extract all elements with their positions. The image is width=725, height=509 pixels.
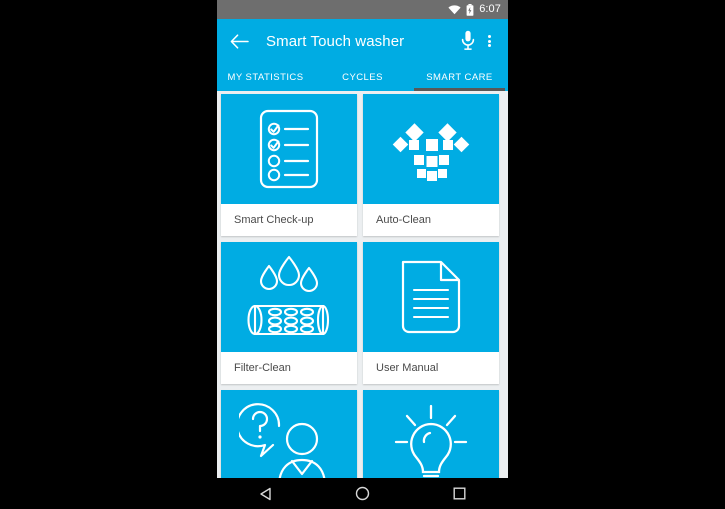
card-artwork [363, 94, 499, 204]
screenshot-root: 6:07 Smart Touch washer MY STATISTICS CY… [0, 0, 725, 509]
card-artwork [221, 242, 357, 352]
overflow-dot [487, 39, 491, 43]
phone-screen: 6:07 Smart Touch washer MY STATISTICS CY… [217, 0, 508, 509]
sparkle-arc-icon [392, 123, 470, 181]
tab-label: MY STATISTICS [227, 71, 304, 83]
smart-care-content: Smart Check-up Auto-Clean Filter-Clean U… [217, 91, 508, 478]
card-label: User Manual [363, 352, 499, 384]
microphone-icon[interactable] [456, 28, 480, 54]
status-bar: 6:07 [217, 0, 508, 19]
card-filter-clean[interactable]: Filter-Clean [221, 242, 357, 384]
lightbulb-icon [394, 404, 468, 478]
overflow-dot [487, 35, 491, 38]
question-person-icon [239, 403, 326, 478]
overflow-menu-icon[interactable] [480, 28, 498, 54]
app-bar: Smart Touch washer [217, 19, 508, 63]
document-icon [401, 260, 461, 334]
nav-home-icon[interactable] [343, 478, 383, 509]
card-label: Smart Check-up [221, 204, 357, 236]
status-bar-clock: 6:07 [479, 3, 501, 15]
card-artwork [363, 390, 499, 478]
battery-charging-icon [466, 3, 474, 16]
card-smart-check-up[interactable]: Smart Check-up [221, 94, 357, 236]
app-bar-title: Smart Touch washer [266, 32, 405, 50]
card-auto-clean[interactable]: Auto-Clean [363, 94, 499, 236]
card-artwork [363, 242, 499, 352]
tab-label: CYCLES [342, 71, 383, 83]
back-arrow-icon[interactable] [227, 29, 251, 53]
overflow-dot [487, 44, 491, 47]
android-nav-bar [217, 478, 508, 509]
card-label: Auto-Clean [363, 204, 499, 236]
card-tips[interactable] [363, 390, 499, 478]
wifi-icon [448, 4, 461, 15]
tab-label: SMART CARE [426, 71, 493, 83]
card-label: Filter-Clean [221, 352, 357, 384]
tab-cycles[interactable]: CYCLES [314, 63, 411, 91]
tab-smart-care[interactable]: SMART CARE [411, 63, 508, 91]
filter-droplets-icon [247, 255, 330, 336]
tab-bar: MY STATISTICS CYCLES SMART CARE [217, 63, 508, 91]
checklist-icon [259, 109, 319, 189]
card-grid: Smart Check-up Auto-Clean Filter-Clean U… [217, 91, 508, 478]
nav-back-icon[interactable] [246, 478, 286, 509]
card-artwork [221, 390, 357, 478]
card-support[interactable] [221, 390, 357, 478]
card-user-manual[interactable]: User Manual [363, 242, 499, 384]
tab-my-statistics[interactable]: MY STATISTICS [217, 63, 314, 91]
status-bar-icons: 6:07 [448, 3, 501, 16]
nav-recents-icon[interactable] [440, 478, 480, 509]
card-artwork [221, 94, 357, 204]
